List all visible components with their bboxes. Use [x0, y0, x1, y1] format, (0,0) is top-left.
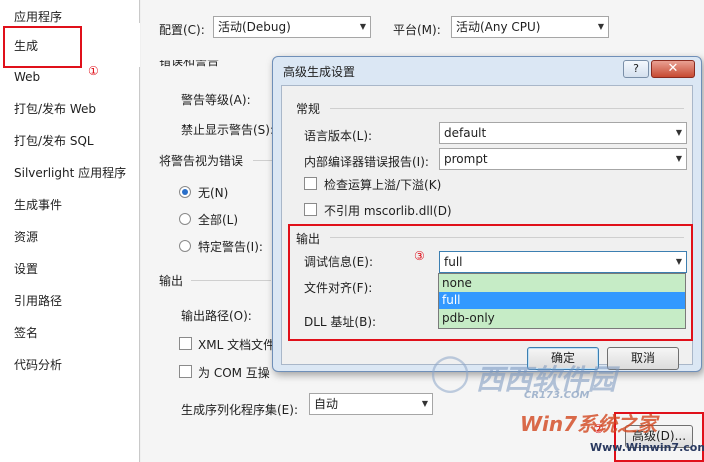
serialization-label: 生成序列化程序集(E):	[181, 403, 298, 417]
lang-version-select[interactable]: default ▼	[439, 122, 687, 144]
error-report-value: prompt	[444, 152, 488, 166]
xml-doc-label: XML 文档文件	[198, 338, 276, 352]
xml-doc-checkbox[interactable]	[179, 337, 192, 350]
dialog-title: 高级生成设置	[283, 65, 356, 79]
annotation-box-output	[288, 224, 693, 341]
serialization-select[interactable]: 自动 ▼	[309, 393, 433, 415]
sidebar-item-code-analysis[interactable]: 代码分析	[14, 354, 62, 376]
help-button[interactable]: ?	[623, 60, 649, 78]
radio-none-label: 无(N)	[198, 186, 229, 200]
close-icon: ✕	[667, 61, 679, 76]
section-divider	[330, 108, 684, 109]
watermark-site-sub: CR173.COM	[524, 390, 590, 401]
lang-version-value: default	[444, 126, 487, 140]
serialization-select-value: 自动	[314, 397, 339, 411]
platform-select[interactable]: 活动(Any CPU) ▼	[451, 16, 609, 38]
suppress-warnings-label: 禁止显示警告(S):	[181, 123, 275, 137]
watermark-win7-brand: Win7系统之家	[520, 412, 658, 436]
output-path-label: 输出路径(O):	[181, 309, 252, 323]
com-interop-label: 为 COM 互操	[198, 366, 270, 380]
chevron-down-icon: ▼	[597, 22, 604, 31]
chevron-down-icon: ▼	[675, 154, 682, 163]
chevron-down-icon: ▼	[675, 128, 682, 137]
radio-all-label: 全部(L)	[198, 213, 239, 227]
check-overflow-checkbox[interactable]	[304, 177, 317, 190]
radio-specific-label: 特定警告(I):	[198, 240, 263, 254]
radio-all[interactable]	[179, 213, 191, 225]
close-button[interactable]: ✕	[651, 60, 695, 78]
no-mscorlib-checkbox[interactable]	[304, 203, 317, 216]
section-divider	[191, 280, 271, 281]
warning-level-label: 警告等级(A):	[181, 93, 251, 107]
chevron-down-icon: ▼	[421, 399, 428, 408]
annotation-step-1: ①	[88, 64, 99, 78]
sidebar-item-silverlight[interactable]: Silverlight 应用程序	[14, 162, 126, 184]
cancel-button[interactable]: 取消	[607, 347, 679, 370]
sidebar-item-package-sql[interactable]: 打包/发布 SQL	[14, 130, 94, 152]
config-select[interactable]: 活动(Debug) ▼	[213, 16, 371, 38]
sidebar-item-signing[interactable]: 签名	[14, 322, 38, 344]
config-select-value: 活动(Debug)	[218, 20, 291, 34]
check-overflow-label: 检查运算上溢/下溢(K)	[324, 178, 442, 192]
sidebar-item-resources[interactable]: 资源	[14, 226, 38, 248]
error-report-label: 内部编译器错误报告(I):	[304, 155, 429, 169]
radio-specific[interactable]	[179, 240, 191, 252]
treat-warnings-heading: 将警告视为错误	[159, 154, 244, 168]
sidebar-item-build-events[interactable]: 生成事件	[14, 194, 62, 216]
watermark-win7-url: Www.Winwin7.com	[590, 441, 704, 454]
sidebar-item-web[interactable]: Web	[14, 66, 40, 88]
sidebar-item-package-web[interactable]: 打包/发布 Web	[14, 98, 96, 120]
sidebar-item-reference-paths[interactable]: 引用路径	[14, 290, 62, 312]
chevron-down-icon: ▼	[359, 22, 366, 31]
property-sidebar: 应用程序 生成 Web 打包/发布 Web 打包/发布 SQL Silverli…	[0, 0, 140, 462]
platform-label: 平台(M):	[393, 23, 441, 37]
no-mscorlib-label: 不引用 mscorlib.dll(D)	[324, 204, 452, 218]
annotation-step-3: ③	[414, 249, 425, 263]
radio-none[interactable]	[179, 186, 191, 198]
config-label: 配置(C):	[159, 23, 205, 37]
platform-select-value: 活动(Any CPU)	[456, 20, 541, 34]
sidebar-item-settings[interactable]: 设置	[14, 258, 38, 280]
watermark-logo-ring: ◯	[430, 352, 471, 393]
errors-section-heading: 错误和警告	[159, 60, 220, 68]
com-interop-checkbox[interactable]	[179, 365, 192, 378]
section-divider	[253, 160, 273, 161]
error-report-select[interactable]: prompt ▼	[439, 148, 687, 170]
annotation-box-build	[3, 26, 82, 68]
lang-version-label: 语言版本(L):	[304, 129, 373, 143]
output-section-heading: 输出	[159, 274, 184, 288]
general-section-heading: 常规	[296, 102, 321, 116]
